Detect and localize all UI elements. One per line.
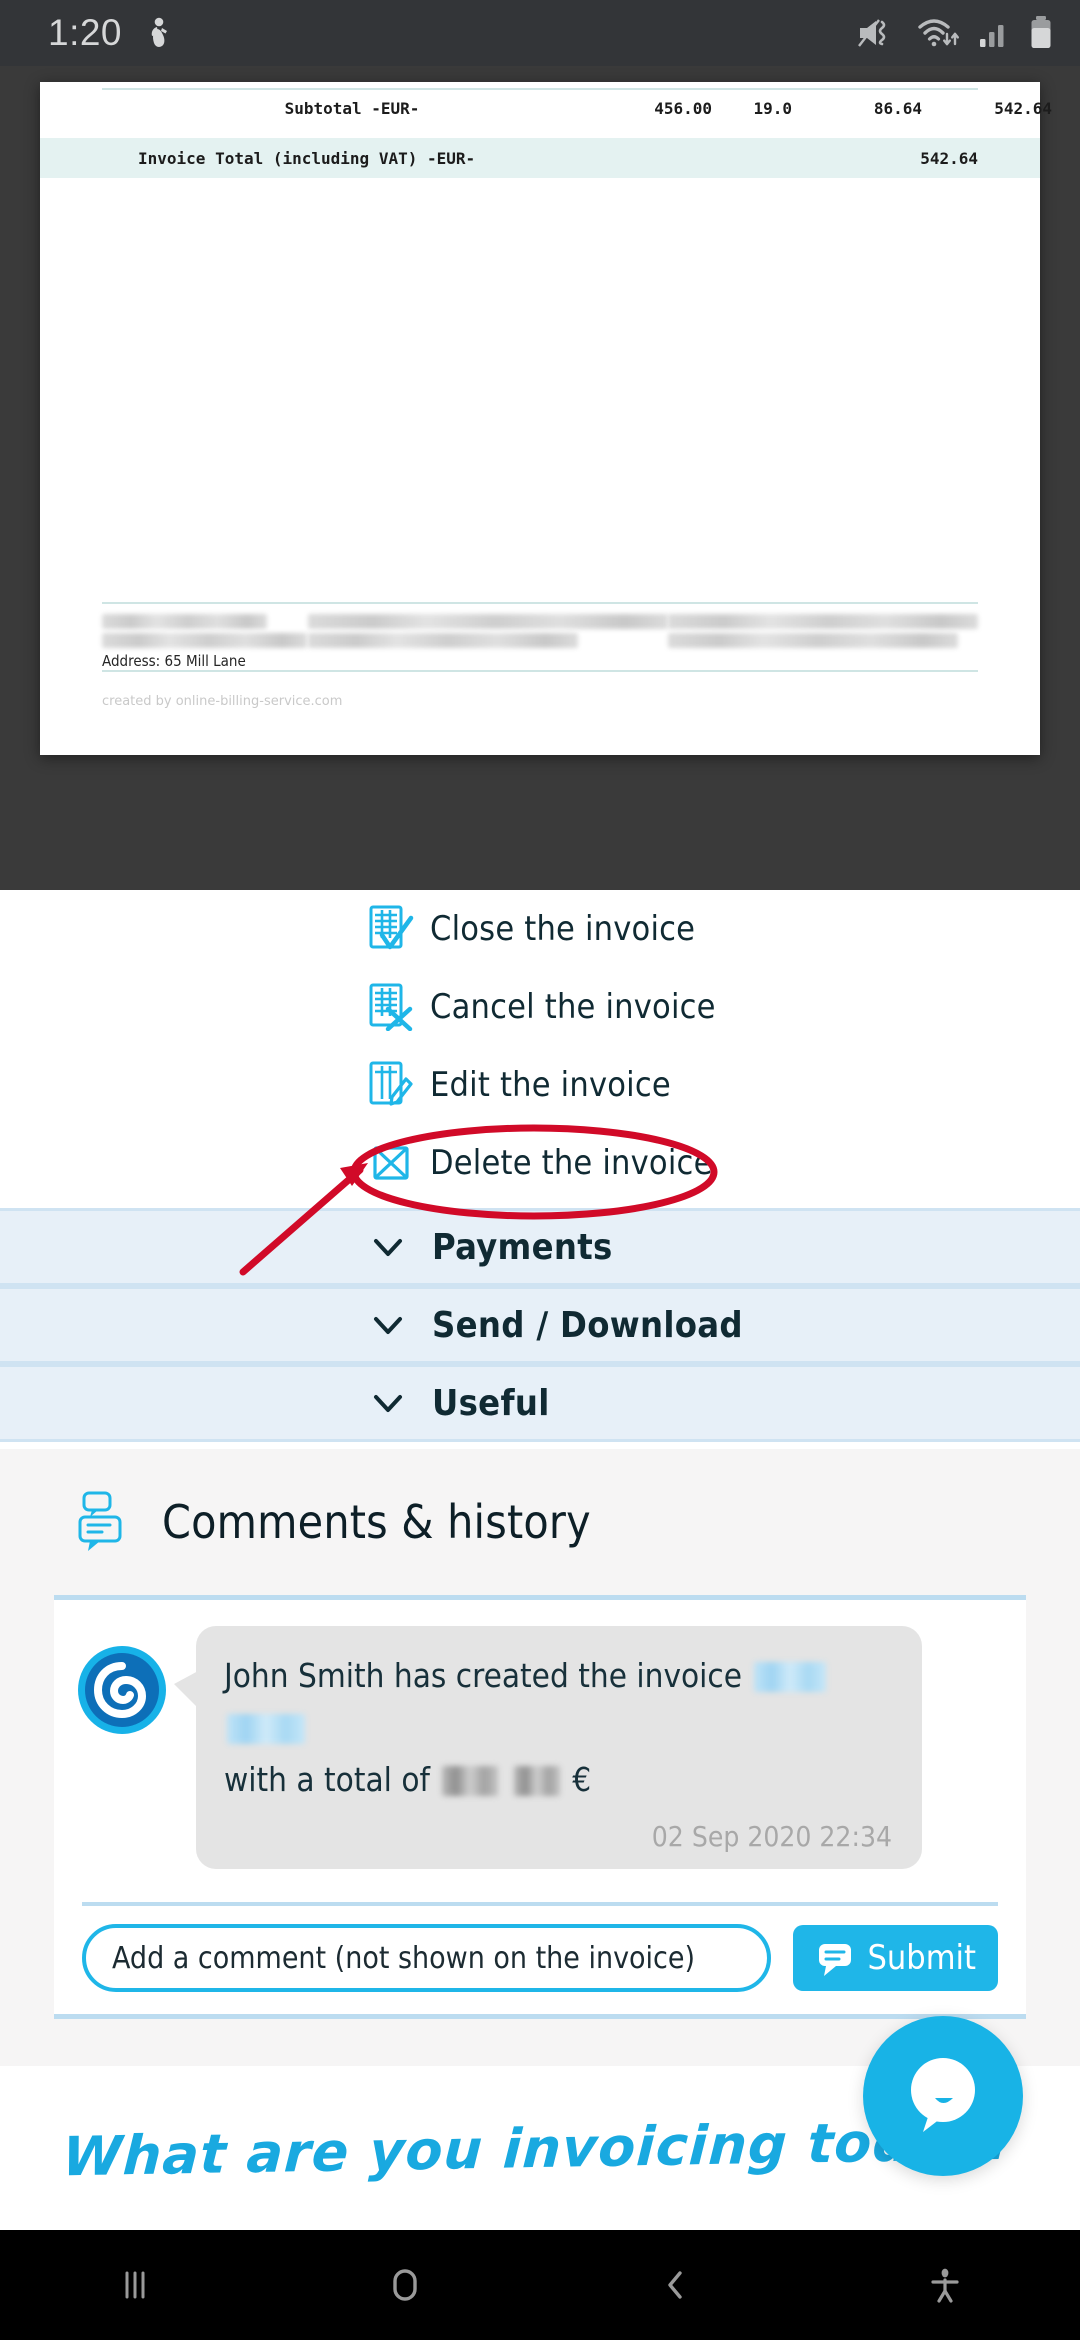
redacted-invoice-number	[227, 1714, 305, 1744]
person-walking-icon	[151, 17, 168, 47]
comments-title: Comments & history	[162, 1495, 591, 1549]
invoice-total-label: Invoice Total (including VAT) -EUR-	[138, 148, 476, 168]
status-left-icons	[144, 17, 172, 49]
comments-header: Comments & history	[0, 1449, 1080, 1553]
invoice-document-viewer[interactable]: Subtotal -EUR- 456.00 19.0 86.64 542.64 …	[0, 66, 1080, 890]
chat-smile-icon	[911, 2058, 975, 2132]
action-label: Close the invoice	[430, 909, 696, 949]
comment-text: John Smith has created the invoice with …	[224, 1650, 892, 1806]
accordion-label: Payments	[432, 1226, 613, 1268]
submit-label: Submit	[867, 1938, 976, 1978]
invoice-actions-menu: Close the invoice Cancel the invoice Edi…	[0, 890, 1080, 1210]
redacted-amount	[442, 1766, 499, 1796]
comment-entry: John Smith has created the invoice with …	[54, 1600, 1026, 1869]
redacted-text	[668, 614, 978, 629]
redacted-text	[102, 614, 267, 629]
invoice-delete-icon	[373, 1146, 409, 1180]
action-close-the-invoice[interactable]: Close the invoice	[0, 890, 1080, 968]
submit-comment-button[interactable]: Submit	[793, 1925, 998, 1991]
invoice-cross-icon	[369, 983, 413, 1031]
footer-column-3	[668, 614, 978, 670]
recents-button[interactable]	[0, 2230, 270, 2340]
redacted-text	[102, 633, 307, 648]
invoice-total-value: 542.64	[920, 148, 978, 168]
phone-screen: 1:20 Subtotal -EUR- 456.00 19.0 86.64 54…	[0, 0, 1080, 2340]
accordion-section-useful[interactable]: Useful	[0, 1364, 1080, 1442]
status-clock: 1:20	[48, 12, 123, 53]
invoice-accordion: Payments Send / Download Useful	[0, 1208, 1080, 1442]
redacted-amount	[513, 1766, 560, 1796]
accordion-label: Send / Download	[432, 1304, 743, 1346]
invoice-totals-table: Subtotal -EUR- 456.00 19.0 86.64 542.64 …	[40, 88, 1052, 178]
add-comment-form: Submit	[82, 1924, 998, 1992]
subtotal-row: Subtotal -EUR- 456.00 19.0 86.64 542.64	[40, 90, 1052, 126]
comment-currency: €	[572, 1760, 592, 1799]
comments-history-section: Comments & history John Smith has create…	[0, 1449, 1080, 2066]
footer-column-1: Address: 65 Mill Lane	[102, 614, 308, 670]
accordion-section-send-download[interactable]: Send / Download	[0, 1286, 1080, 1364]
footer-address: Address: 65 Mill Lane	[102, 652, 246, 670]
accessibility-icon	[931, 2268, 959, 2303]
footer-columns: Address: 65 Mill Lane	[40, 604, 1040, 670]
comment-timestamp: 02 Sep 2020 22:34	[651, 1820, 892, 1853]
recents-icon	[125, 2271, 145, 2299]
home-button[interactable]	[270, 2230, 540, 2340]
created-by-note: created by online-billing-service.com	[102, 694, 343, 709]
chat-bubble-icon	[819, 1944, 852, 1976]
action-label: Delete the invoice	[430, 1143, 713, 1183]
redacted-text	[308, 633, 578, 648]
chat-fab-button[interactable]	[863, 2016, 1023, 2176]
comment-input[interactable]	[82, 1924, 772, 1992]
invoice-total-row: Invoice Total (including VAT) -EUR- 542.…	[40, 138, 1040, 178]
redacted-text	[308, 614, 668, 629]
invoice-footer: Address: 65 Mill Lane created by online-…	[40, 602, 1040, 709]
status-right-icons	[856, 15, 1054, 51]
back-button[interactable]	[540, 2230, 810, 2340]
wifi-icon	[918, 19, 959, 47]
comment-divider	[82, 1902, 998, 1906]
action-label: Edit the invoice	[430, 1065, 671, 1105]
subtotal-net: 456.00	[654, 98, 712, 118]
mute-vibrate-icon	[858, 19, 886, 47]
battery-icon	[1031, 16, 1051, 48]
subtotal-vat-rate: 19.0	[753, 98, 792, 118]
invoice-page: Subtotal -EUR- 456.00 19.0 86.64 542.64 …	[40, 82, 1052, 755]
home-icon	[393, 2269, 417, 2301]
invoice-pencil-icon	[369, 1061, 413, 1106]
comments-icon	[78, 1491, 122, 1551]
comment-text-middle: with a total of	[224, 1760, 430, 1799]
redacted-invoice-number	[754, 1662, 827, 1692]
invoice-check-icon	[369, 905, 414, 950]
subtotal-vat: 86.64	[873, 98, 922, 118]
redacted-text	[668, 633, 958, 648]
subtotal-total: 542.64	[994, 98, 1052, 118]
comments-card: John Smith has created the invoice with …	[54, 1595, 1026, 2019]
user-avatar-icon	[78, 1646, 166, 1734]
chevron-down-icon	[374, 1239, 402, 1256]
action-edit-the-invoice[interactable]: Edit the invoice	[0, 1046, 1080, 1124]
action-cancel-the-invoice[interactable]: Cancel the invoice	[0, 968, 1080, 1046]
accordion-section-payments[interactable]: Payments	[0, 1208, 1080, 1286]
action-delete-the-invoice[interactable]: Delete the invoice	[0, 1124, 1080, 1202]
accessibility-button[interactable]	[810, 2230, 1080, 2340]
chevron-down-icon	[374, 1317, 402, 1334]
comment-text-before: John Smith has created the invoice	[224, 1656, 743, 1695]
android-navigation-bar	[0, 2230, 1080, 2340]
action-label: Cancel the invoice	[430, 987, 716, 1027]
footer-column-2	[308, 614, 668, 670]
back-icon	[668, 2271, 682, 2299]
subtotal-label: Subtotal -EUR-	[284, 98, 420, 118]
accordion-label: Useful	[432, 1382, 550, 1424]
cellular-signal-icon	[980, 25, 1004, 47]
status-bar: 1:20	[0, 0, 1080, 66]
comment-bubble: John Smith has created the invoice with …	[174, 1626, 922, 1869]
chevron-down-icon	[374, 1395, 402, 1412]
